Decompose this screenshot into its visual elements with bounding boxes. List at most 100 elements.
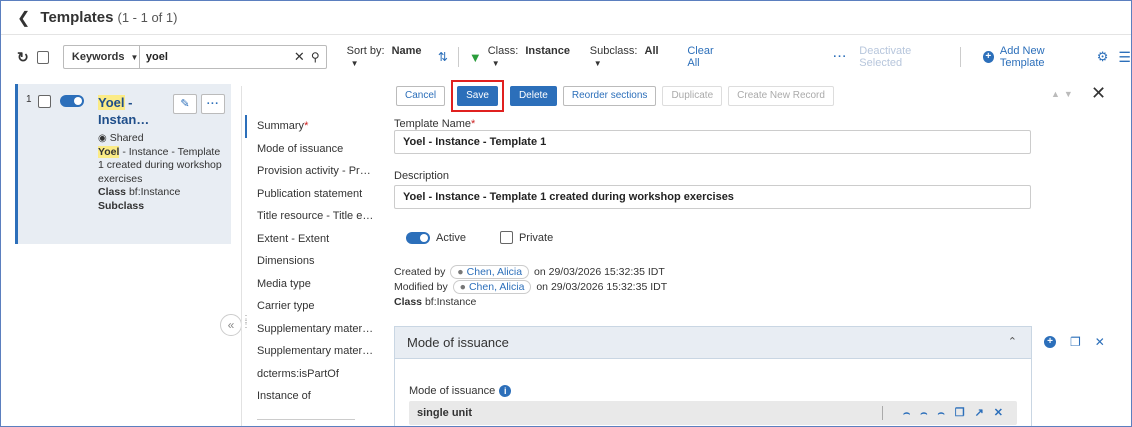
cancel-button[interactable]: Cancel xyxy=(396,86,446,106)
close-icon[interactable]: ✕ xyxy=(1091,83,1106,104)
clear-search-icon[interactable]: ✕ xyxy=(290,49,309,65)
add-new-template-button[interactable]: + Add New Template xyxy=(982,45,1085,69)
section-link-instance-of[interactable]: Instance of xyxy=(245,385,375,408)
field-tools: ⌢ ⌢ ⌢ ❐ ↗ ✕ xyxy=(872,401,1003,425)
field-divider xyxy=(881,406,883,420)
modified-by-user-chip[interactable]: ● Chen, Alicia xyxy=(452,280,532,294)
sort-direction-icon[interactable]: ⇅ xyxy=(438,50,448,64)
desc-highlight: Yoel xyxy=(98,145,120,158)
info-icon[interactable]: i xyxy=(499,385,512,397)
section-link-extent[interactable]: Extent - Extent xyxy=(245,228,375,251)
more-actions-icon[interactable]: ··· xyxy=(833,51,847,63)
copy-icon[interactable]: ❐ xyxy=(955,401,965,425)
toolbar-divider xyxy=(959,47,961,67)
created-by-line: Created by ● Chen, Alicia on 29/03/2026 1… xyxy=(394,265,665,279)
section-link-dimensions[interactable]: Dimensions xyxy=(245,250,375,273)
section-link-summary[interactable]: Summary* xyxy=(245,115,375,138)
chevron-up-icon[interactable]: ⌃ xyxy=(1008,335,1017,348)
description-input[interactable]: Yoel - Instance - Template 1 created dur… xyxy=(394,185,1031,209)
section-link-mode-of-issuance[interactable]: Mode of issuance xyxy=(245,138,375,161)
edit-pencil-button[interactable]: ✎ xyxy=(173,94,197,114)
collapse-panel-button[interactable]: « xyxy=(220,314,242,336)
class-value: bf:Instance xyxy=(422,296,477,308)
sections-divider xyxy=(257,419,355,420)
create-new-record-button[interactable]: Create New Record xyxy=(728,86,834,106)
select-all-checkbox[interactable] xyxy=(36,50,49,64)
class-filter[interactable]: Class: Instance ▼ xyxy=(488,45,578,69)
active-toggle[interactable] xyxy=(60,95,84,107)
required-mark: * xyxy=(471,118,476,130)
search-input[interactable] xyxy=(139,46,290,68)
created-by-user: Chen, Alicia xyxy=(466,266,523,278)
reorder-sections-button[interactable]: Reorder sections xyxy=(562,86,657,106)
copy-section-icon[interactable]: ❐ xyxy=(1070,335,1081,349)
section-link-title-resource[interactable]: Title resource - Title e… xyxy=(245,205,375,228)
record-class-value: bf:Instance xyxy=(126,186,181,198)
open-external-icon[interactable]: ↗ xyxy=(975,401,984,425)
toolbar: ↻ Keywords ▼ ✕ ⚲ Sort by: Name ▼ ⇅ ▼ Cla… xyxy=(1,39,1131,75)
save-button[interactable]: Save xyxy=(457,86,498,106)
globe-icon: ◉ xyxy=(98,133,107,144)
active-toggle[interactable] xyxy=(406,231,430,244)
options-row: Active Private xyxy=(406,231,553,244)
clear-all-link[interactable]: Clear All xyxy=(687,45,725,69)
result-count: (1 - 1 of 1) xyxy=(117,10,178,25)
row-more-button[interactable]: ··· xyxy=(201,94,225,114)
mode-of-issuance-field[interactable]: single unit ⌢ ⌢ ⌢ ❐ ↗ ✕ xyxy=(409,401,1017,425)
section-link-media-type[interactable]: Media type xyxy=(245,273,375,296)
record-meta: ◉ Shared Yoel - Instance - Template 1 cre… xyxy=(98,132,223,213)
title-rest-2: Instan… xyxy=(98,112,150,127)
class-line: Class bf:Instance xyxy=(394,296,476,308)
created-by-label: Created by xyxy=(394,266,446,278)
remove-field-icon[interactable]: ✕ xyxy=(994,401,1003,425)
section-link-supplementary-2[interactable]: Supplementary materi… xyxy=(245,340,375,363)
created-by-user-chip[interactable]: ● Chen, Alicia xyxy=(450,265,530,279)
back-chevron-icon[interactable]: ❮ xyxy=(17,8,30,28)
delete-button[interactable]: Delete xyxy=(509,86,557,106)
gear-icon[interactable]: ⚙ xyxy=(1097,49,1109,65)
section-link-provision-activity[interactable]: Provision activity - Pro… xyxy=(245,160,375,183)
plus-circle-icon[interactable]: + xyxy=(1044,336,1056,348)
search-type-dropdown[interactable]: Keywords ▼ xyxy=(64,46,140,68)
list-item[interactable]: 1 Yoel - Instan… ✎ ··· ◉ Shared Yoel - In… xyxy=(15,84,231,244)
pane-splitter[interactable] xyxy=(241,86,242,426)
active-label: Active xyxy=(436,231,466,244)
move-up-icon[interactable]: ⌢ xyxy=(903,401,910,425)
field-label-text: Mode of issuance xyxy=(409,385,496,397)
subclass-filter-value: All xyxy=(644,45,659,57)
duplicate-button[interactable]: Duplicate xyxy=(662,86,723,106)
sort-by[interactable]: Sort by: Name ▼ xyxy=(347,45,430,69)
caret-down-icon: ▼ xyxy=(130,52,139,62)
panel-tools: + ❐ ✕ xyxy=(1044,335,1119,349)
list-view-icon[interactable]: ☰ xyxy=(1118,49,1131,66)
search-icon[interactable]: ⚲ xyxy=(309,50,326,64)
remove-section-icon[interactable]: ✕ xyxy=(1095,335,1105,349)
section-label: Summary xyxy=(257,120,305,132)
deactivate-selected-button[interactable]: Deactivate Selected xyxy=(859,45,950,69)
sort-label: Sort by: xyxy=(346,45,385,57)
caret-down-icon: ▼ xyxy=(593,59,602,68)
section-link-ispartof[interactable]: dcterms:isPartOf xyxy=(245,363,375,386)
prev-next-arrows-icon[interactable]: ▲▼ xyxy=(1051,89,1077,99)
private-checkbox[interactable] xyxy=(499,231,513,244)
move-top-icon[interactable]: ⌢ xyxy=(937,401,944,425)
section-link-supplementary-1[interactable]: Supplementary materi… xyxy=(245,318,375,341)
search-group: Keywords ▼ ✕ ⚲ xyxy=(62,45,327,69)
plus-circle-icon: + xyxy=(982,51,994,63)
subclass-filter-label: Subclass: xyxy=(589,45,638,57)
template-name-input[interactable]: Yoel - Instance - Template 1 xyxy=(394,130,1031,154)
modified-by-label: Modified by xyxy=(394,281,448,293)
panel-header[interactable]: Mode of issuance ⌃ xyxy=(395,327,1031,359)
row-checkbox[interactable] xyxy=(38,95,51,108)
subclass-filter[interactable]: Subclass: All ▼ xyxy=(590,45,668,69)
record-title[interactable]: Yoel - Instan… xyxy=(98,94,170,128)
template-name-label-text: Template Name xyxy=(394,118,472,130)
section-link-publication-statement[interactable]: Publication statement xyxy=(245,183,375,206)
record-description: Yoel - Instance - Template 1 created dur… xyxy=(98,145,223,187)
section-link-carrier-type[interactable]: Carrier type xyxy=(245,295,375,318)
modified-on: on 29/03/2026 15:32:35 IDT xyxy=(536,281,668,293)
move-up-alt-icon[interactable]: ⌢ xyxy=(920,401,927,425)
sort-value: Name xyxy=(391,45,422,57)
action-bar: Cancel Save Delete Reorder sections Dupl… xyxy=(396,80,840,112)
refresh-icon[interactable]: ↻ xyxy=(17,49,29,66)
